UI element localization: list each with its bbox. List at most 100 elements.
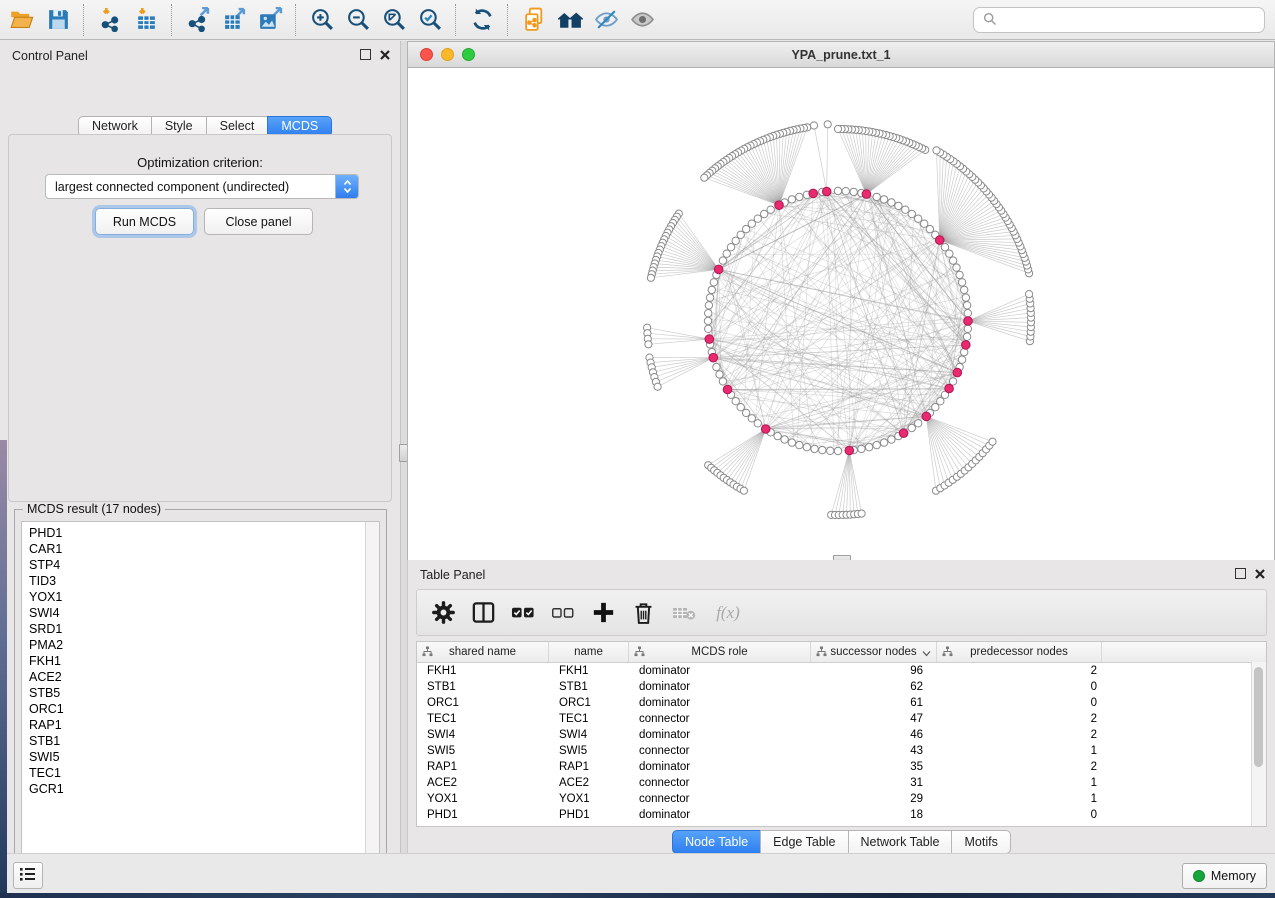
- table-row[interactable]: RAP1RAP1dominator352: [417, 759, 1266, 775]
- import-network-button[interactable]: [92, 4, 128, 36]
- column-header-shared-name[interactable]: shared name: [417, 642, 549, 662]
- network-view-canvas[interactable]: [407, 68, 1275, 560]
- mcds-result-item[interactable]: ORC1: [29, 701, 374, 717]
- panel-menu-button[interactable]: [13, 862, 43, 889]
- column-header-successor-nodes[interactable]: successor nodes: [811, 642, 937, 662]
- function-builder-icon: f(x): [711, 600, 745, 626]
- tab-network-table[interactable]: Network Table: [848, 830, 953, 854]
- table-cell: ACE2: [549, 777, 629, 789]
- table-row[interactable]: SWI4SWI4dominator462: [417, 727, 1266, 743]
- mcds-result-item[interactable]: CAR1: [29, 541, 374, 557]
- table-cell: 47: [811, 713, 937, 725]
- tab-edge-table[interactable]: Edge Table: [760, 830, 848, 854]
- clear-selection-icon[interactable]: [551, 600, 576, 626]
- search-input[interactable]: [1003, 12, 1255, 28]
- mcds-result-item[interactable]: FKH1: [29, 653, 374, 669]
- zoom-selected-button[interactable]: [412, 4, 448, 36]
- mcds-result-item[interactable]: STB5: [29, 685, 374, 701]
- float-window-icon[interactable]: [360, 49, 371, 60]
- toolbar-separator: [83, 4, 85, 36]
- mcds-result-item[interactable]: PMA2: [29, 637, 374, 653]
- save-session-button[interactable]: [40, 4, 76, 36]
- table-scrollbar-thumb[interactable]: [1254, 667, 1263, 767]
- table-row[interactable]: ACE2ACE2connector311: [417, 775, 1266, 791]
- mcds-result-item[interactable]: PHD1: [29, 525, 374, 541]
- column-label: successor nodes: [830, 646, 916, 658]
- first-neighbors-button[interactable]: [552, 4, 588, 36]
- hide-selected-button[interactable]: [588, 4, 624, 36]
- table-scrollbar[interactable]: [1251, 662, 1266, 826]
- search-box[interactable]: [973, 7, 1265, 33]
- node-table[interactable]: shared namenameMCDS role successor nodes p…: [416, 641, 1267, 827]
- delete-row-icon[interactable]: [631, 600, 656, 626]
- table-cell: 62: [811, 681, 937, 693]
- show-all-button[interactable]: [624, 4, 660, 36]
- table-row[interactable]: SWI5SWI5connector431: [417, 743, 1266, 759]
- sort-desc-icon[interactable]: [922, 648, 931, 660]
- dropdown-stepper-icon: [335, 175, 358, 198]
- refresh-view-button[interactable]: [464, 4, 500, 36]
- duplicate-network-button[interactable]: [516, 4, 552, 36]
- mcds-list-scrollbar[interactable]: [365, 521, 380, 871]
- table-cell: 35: [811, 761, 937, 773]
- search-icon: [983, 12, 997, 29]
- table-settings-icon[interactable]: [431, 600, 456, 626]
- table-cell: ORC1: [549, 697, 629, 709]
- list-icon: [19, 866, 37, 885]
- control-panel: Control Panel NetworkStyleSelectMCDS Opt…: [0, 41, 400, 853]
- import-table-button[interactable]: [128, 4, 164, 36]
- open-file-button[interactable]: [4, 4, 40, 36]
- column-header-mcds-role[interactable]: MCDS role: [629, 642, 811, 662]
- close-panel-icon[interactable]: [380, 50, 390, 60]
- desktop-wallpaper-strip: [0, 440, 7, 893]
- network-window-titlebar[interactable]: YPA_prune.txt_1: [407, 41, 1275, 68]
- memory-button[interactable]: Memory: [1182, 863, 1267, 889]
- mcds-result-item[interactable]: ACE2: [29, 669, 374, 685]
- tab-node-table[interactable]: Node Table: [672, 830, 761, 854]
- export-network-button[interactable]: [180, 4, 216, 36]
- select-all-icon[interactable]: [511, 600, 536, 626]
- mcds-result-item[interactable]: TID3: [29, 573, 374, 589]
- table-row[interactable]: FKH1FKH1dominator962: [417, 663, 1266, 679]
- mcds-result-item[interactable]: GCR1: [29, 781, 374, 797]
- table-row[interactable]: TEC1TEC1connector472: [417, 711, 1266, 727]
- table-cell: ACE2: [417, 777, 549, 789]
- mcds-options-box: Optimization criterion: largest connecte…: [8, 134, 392, 502]
- column-header-name[interactable]: name: [549, 642, 629, 662]
- table-cell: dominator: [629, 761, 811, 773]
- main-toolbar: [0, 0, 1275, 40]
- table-cell: 46: [811, 729, 937, 741]
- mcds-result-item[interactable]: SRD1: [29, 621, 374, 637]
- mcds-result-item[interactable]: SWI4: [29, 605, 374, 621]
- table-row[interactable]: PHD1PHD1dominator180: [417, 807, 1266, 823]
- mcds-result-item[interactable]: STP4: [29, 557, 374, 573]
- column-header-filler: [1102, 642, 1266, 662]
- table-cell: SWI5: [549, 745, 629, 757]
- table-row[interactable]: YOX1YOX1connector291: [417, 791, 1266, 807]
- zoom-fit-button[interactable]: [376, 4, 412, 36]
- split-view-icon[interactable]: [471, 600, 496, 626]
- table-row[interactable]: STB1STB1dominator620: [417, 679, 1266, 695]
- close-panel-button[interactable]: Close panel: [204, 208, 313, 235]
- table-cell: RAP1: [417, 761, 549, 773]
- table-cell: YOX1: [417, 793, 549, 805]
- mcds-result-item[interactable]: RAP1: [29, 717, 374, 733]
- run-mcds-button[interactable]: Run MCDS: [95, 208, 194, 235]
- mcds-result-item[interactable]: SWI5: [29, 749, 374, 765]
- export-image-button[interactable]: [252, 4, 288, 36]
- column-header-predecessor-nodes[interactable]: predecessor nodes: [937, 642, 1102, 662]
- mcds-result-item[interactable]: TEC1: [29, 765, 374, 781]
- table-cell: dominator: [629, 681, 811, 693]
- zoom-in-button[interactable]: [304, 4, 340, 36]
- export-table-button[interactable]: [216, 4, 252, 36]
- zoom-out-button[interactable]: [340, 4, 376, 36]
- mcds-result-item[interactable]: STB1: [29, 733, 374, 749]
- mcds-result-item[interactable]: YOX1: [29, 589, 374, 605]
- add-row-icon[interactable]: [591, 600, 616, 626]
- close-panel-icon[interactable]: [1255, 569, 1265, 579]
- criterion-dropdown[interactable]: largest connected component (undirected): [45, 174, 359, 199]
- tab-motifs[interactable]: Motifs: [951, 830, 1010, 854]
- table-row[interactable]: ORC1ORC1dominator610: [417, 695, 1266, 711]
- float-window-icon[interactable]: [1235, 568, 1246, 579]
- mcds-result-list[interactable]: PHD1CAR1STP4TID3YOX1SWI4SRD1PMA2FKH1ACE2…: [21, 521, 375, 872]
